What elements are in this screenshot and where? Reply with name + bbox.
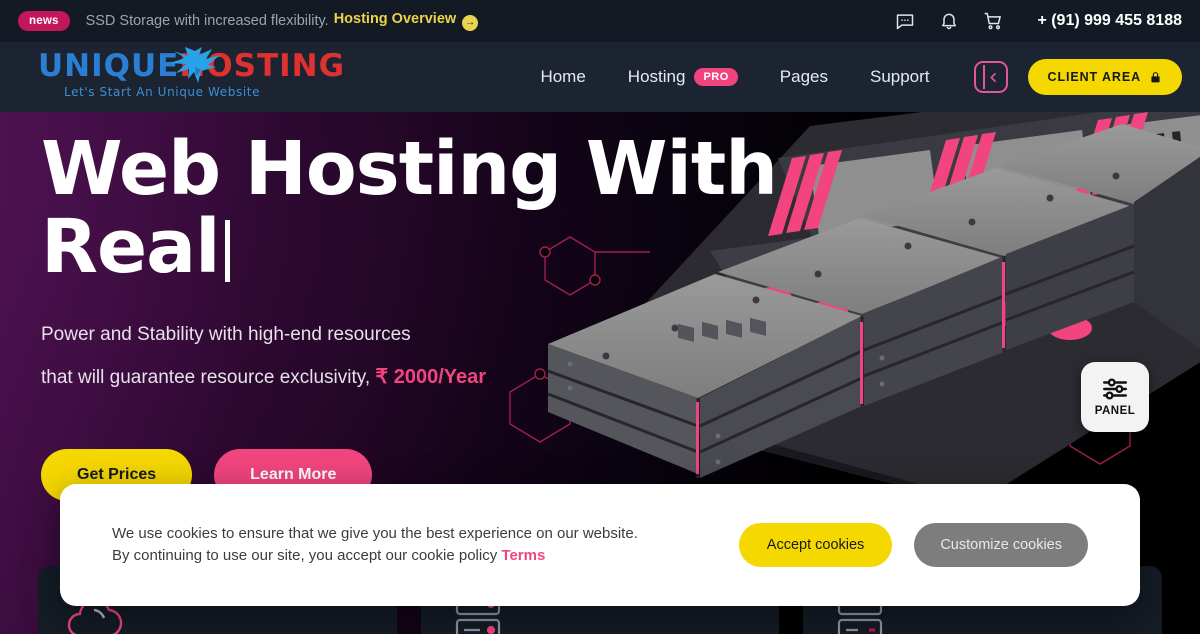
hero-title: Web Hosting With Real xyxy=(41,130,801,286)
client-area-button[interactable]: CLIENT AREA xyxy=(1027,59,1182,95)
hero-subtitle-line2: that will guarantee resource exclusivity… xyxy=(41,356,801,399)
announcement-bar: news SSD Storage with increased flexibil… xyxy=(0,0,1200,42)
hero-title-line2-wrap: Real xyxy=(41,208,801,286)
lock-icon xyxy=(1151,71,1160,82)
logo-unique-text: UNIQUE xyxy=(38,48,180,84)
bell-icon[interactable] xyxy=(939,11,959,31)
announcement-message: SSD Storage with increased flexibility. xyxy=(85,13,329,29)
topbar-actions: + (91) 999 455 8188 xyxy=(895,11,1188,31)
nav-label-support: Support xyxy=(869,67,930,86)
nav-label-pages: Pages xyxy=(779,67,828,86)
nav-item-hosting[interactable]: Hosting PRO xyxy=(628,67,738,87)
cookie-actions: Accept cookies Customize cookies xyxy=(738,523,1088,567)
cookie-consent-banner: We use cookies to ensure that we give yo… xyxy=(60,484,1140,606)
hero-price: ₹ 2000/Year xyxy=(375,366,487,388)
accept-cookies-button[interactable]: Accept cookies xyxy=(738,523,893,567)
cookie-line2: By continuing to use our site, you accep… xyxy=(112,545,638,567)
cookie-message: We use cookies to ensure that we give yo… xyxy=(112,523,638,567)
typing-cursor xyxy=(225,220,231,282)
site-logo[interactable]: UNIQUEHOSTING Let's Start An Unique Webs… xyxy=(38,47,344,105)
nav-item-home[interactable]: Home xyxy=(540,67,585,87)
customize-cookies-button[interactable]: Customize cookies xyxy=(914,523,1088,567)
terms-link[interactable]: Terms xyxy=(501,547,545,564)
hero-subtitle-line1: Power and Stability with high-end resour… xyxy=(41,324,411,345)
cart-icon[interactable] xyxy=(983,11,1003,31)
logo-tagline: Let's Start An Unique Website xyxy=(64,85,261,99)
sliders-icon xyxy=(1102,377,1128,400)
logo-hosting-text: HOSTING xyxy=(179,48,346,84)
header-actions: CLIENT AREA xyxy=(973,59,1182,95)
panel-widget-button[interactable]: PANEL xyxy=(1081,362,1149,432)
logo-wordmark: UNIQUEHOSTING xyxy=(38,48,344,84)
cookie-line1: We use cookies to ensure that we give yo… xyxy=(112,525,638,542)
site-header: UNIQUEHOSTING Let's Start An Unique Webs… xyxy=(0,42,1200,112)
hosting-overview-link[interactable]: Hosting Overview → xyxy=(333,11,479,31)
chevron-left-icon xyxy=(990,72,996,82)
nav-item-support[interactable]: Support xyxy=(870,67,930,87)
hero-title-line2: Real xyxy=(41,204,220,290)
chat-icon[interactable] xyxy=(895,11,915,31)
hero-subtitle: Power and Stability with high-end resour… xyxy=(41,314,801,399)
main-navigation: Home Hosting PRO Pages Support xyxy=(540,67,930,87)
hosting-overview-label: Hosting Overview xyxy=(333,11,457,27)
client-area-label: CLIENT AREA xyxy=(1047,70,1141,84)
arrow-right-icon: → xyxy=(462,15,479,31)
nav-label-hosting: Hosting xyxy=(627,67,686,86)
hero-content: Web Hosting With Real Power and Stabilit… xyxy=(41,130,801,501)
nav-label-home: Home xyxy=(540,67,586,86)
hero-subtitle-prefix: that will guarantee resource exclusivity… xyxy=(41,367,376,388)
cookie-line2-prefix: By continuing to use our site, you accep… xyxy=(112,547,502,564)
sidebar-collapse-icon[interactable] xyxy=(973,61,1008,93)
pro-badge: PRO xyxy=(694,68,738,86)
phone-number[interactable]: + (91) 999 455 8188 xyxy=(1037,12,1182,30)
panel-widget-label: PANEL xyxy=(1094,404,1136,417)
nav-item-pages[interactable]: Pages xyxy=(780,67,828,87)
hero-title-line1: Web Hosting With xyxy=(41,126,778,212)
news-badge: news xyxy=(18,11,70,31)
